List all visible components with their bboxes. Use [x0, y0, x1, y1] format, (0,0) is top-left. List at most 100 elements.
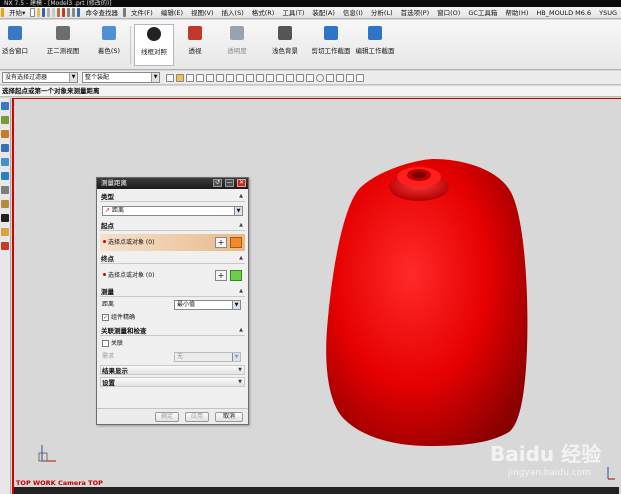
point-dialog-icon[interactable]: +: [215, 237, 227, 248]
menu-assemblies[interactable]: 装配(A): [308, 7, 339, 18]
snap-quadrant-icon[interactable]: [226, 73, 234, 82]
system-materials-icon[interactable]: [1, 200, 9, 208]
snap-bounded-icon[interactable]: [296, 73, 304, 82]
menu-help[interactable]: 帮助(H): [501, 7, 532, 18]
selection-scope-select[interactable]: 整个装配 ▼: [82, 72, 160, 83]
menu-format[interactable]: 格式(R): [248, 7, 279, 18]
clip-section-button[interactable]: 剪切工作截面: [310, 24, 352, 66]
menu-window[interactable]: 窗口(O): [433, 7, 464, 18]
snap-cross-icon[interactable]: [306, 73, 314, 82]
open-file-icon[interactable]: [36, 8, 40, 17]
snap-on-face-icon[interactable]: [286, 73, 294, 82]
type-filter-select[interactable]: 没有选择过滤器 ▼: [2, 72, 78, 83]
start-select-row[interactable]: 选择点或对象 (0) +: [100, 234, 245, 251]
process-studio-icon[interactable]: [1, 214, 9, 222]
snap-end-icon[interactable]: [186, 73, 194, 82]
fine-checkbox[interactable]: ✓: [102, 314, 109, 321]
close-icon[interactable]: ✕: [237, 179, 246, 187]
results-group-header[interactable]: 结果显示 ▼: [100, 365, 245, 375]
chevron-down-icon: ▼: [234, 207, 242, 215]
menu-hb-mould[interactable]: HB_MOULD M6.6: [532, 7, 595, 18]
new-file-icon[interactable]: [30, 8, 35, 17]
assembly-navigator-icon[interactable]: [1, 102, 9, 110]
system-scenes-icon[interactable]: [1, 242, 9, 250]
translucency-button[interactable]: 透明度: [222, 24, 252, 66]
trimetric-button[interactable]: 正二测视图: [42, 24, 84, 66]
constraint-navigator-icon[interactable]: [1, 116, 9, 124]
associative-checkbox[interactable]: [102, 340, 109, 347]
menu-file[interactable]: 文件(F): [127, 7, 157, 18]
undo-icon[interactable]: [67, 8, 71, 17]
cut-icon[interactable]: [46, 8, 50, 17]
menu-analysis[interactable]: 分析(L): [367, 7, 397, 18]
menu-information[interactable]: 信息(I): [339, 7, 367, 18]
paste-icon[interactable]: [57, 8, 61, 17]
end-select-row[interactable]: 选择点或对象 (0) +: [100, 267, 245, 284]
part-navigator-icon[interactable]: [1, 130, 9, 138]
distance-select[interactable]: 最小值 ▼: [174, 300, 241, 310]
type-group-title: 类型: [101, 193, 114, 201]
associative-group-header[interactable]: 关联测量和检查 ▲: [100, 326, 245, 336]
type-group-header[interactable]: 类型 ▲: [100, 192, 245, 202]
command-finder[interactable]: 命令查找器: [81, 7, 122, 18]
point-dialog-icon[interactable]: +: [215, 270, 227, 281]
start-icon[interactable]: [1, 8, 5, 17]
type-select[interactable]: ↗ 距离 ▼: [102, 206, 243, 216]
snap-pole-icon[interactable]: [266, 73, 274, 82]
apply-button[interactable]: 应用: [185, 412, 209, 422]
command-finder-icon[interactable]: [77, 8, 81, 17]
menu-gc-toolkit[interactable]: GC工具箱: [464, 7, 501, 18]
start-group-header[interactable]: 起点 ▲: [100, 221, 245, 231]
settings-group-header[interactable]: 设置 ▼: [100, 377, 245, 387]
snap-intersection-icon[interactable]: [256, 73, 264, 82]
snap-on-curve-icon[interactable]: [276, 73, 284, 82]
menu-view[interactable]: 视图(V): [187, 7, 218, 18]
dialog-titlebar[interactable]: 测量距离 ↺ — ✕: [97, 178, 248, 189]
filter-reset-icon[interactable]: [166, 73, 174, 82]
point-type-icon[interactable]: [230, 270, 242, 281]
background-button[interactable]: 浅色背景: [268, 24, 302, 66]
reset-icon[interactable]: ↺: [213, 179, 222, 187]
hd3d-tools-icon[interactable]: [1, 158, 9, 166]
snap-polar-icon[interactable]: [346, 73, 354, 82]
delete-icon[interactable]: [62, 8, 66, 17]
selection-scope-value: 整个装配: [85, 74, 110, 81]
menu-edit[interactable]: 编辑(E): [157, 7, 187, 18]
requirement-select[interactable]: 无 ▼: [174, 352, 241, 362]
snap-center-icon[interactable]: [206, 73, 214, 82]
shaded-button[interactable]: 着色(S): [94, 24, 124, 66]
point-type-icon[interactable]: [230, 237, 242, 248]
ok-button[interactable]: 确定: [155, 412, 179, 422]
menu-ysug[interactable]: YSUG: [595, 7, 621, 18]
snap-arc-icon[interactable]: [216, 73, 224, 82]
history-icon[interactable]: [1, 186, 9, 194]
edit-section-button[interactable]: 编辑工作截面: [354, 24, 396, 66]
gear-icon[interactable]: [122, 8, 127, 17]
perspective-button[interactable]: 透视: [182, 24, 208, 66]
menu-insert[interactable]: 插入(S): [218, 7, 248, 18]
cancel-button[interactable]: 取消: [215, 412, 243, 422]
snap-existing-icon[interactable]: [236, 73, 244, 82]
reuse-library-icon[interactable]: [1, 144, 9, 152]
menu-preferences[interactable]: 首选项(P): [397, 7, 434, 18]
menu-tools[interactable]: 工具(T): [278, 7, 308, 18]
snap-control-icon[interactable]: [246, 73, 254, 82]
snap-tangent-icon[interactable]: [356, 73, 364, 82]
snap-line-icon[interactable]: [336, 73, 344, 82]
snap-point-icon[interactable]: [176, 73, 184, 82]
start-menu[interactable]: 开始▾: [5, 7, 29, 18]
red-bottle-part[interactable]: [319, 149, 549, 449]
fit-button[interactable]: 适合窗口: [2, 24, 28, 66]
save-icon[interactable]: [41, 8, 45, 17]
roles-icon[interactable]: [1, 228, 9, 236]
snap-plus-icon[interactable]: [326, 73, 334, 82]
end-group-header[interactable]: 终点 ▲: [100, 254, 245, 264]
web-browser-icon[interactable]: [1, 172, 9, 180]
snap-circle-icon[interactable]: [316, 73, 324, 82]
minimize-icon[interactable]: —: [225, 179, 234, 187]
redo-icon[interactable]: [72, 8, 76, 17]
wireframe-button[interactable]: 线框对照: [134, 24, 174, 66]
measurement-group-header[interactable]: 测量 ▲: [100, 287, 245, 297]
copy-icon[interactable]: [51, 8, 56, 17]
snap-mid-icon[interactable]: [196, 73, 204, 82]
